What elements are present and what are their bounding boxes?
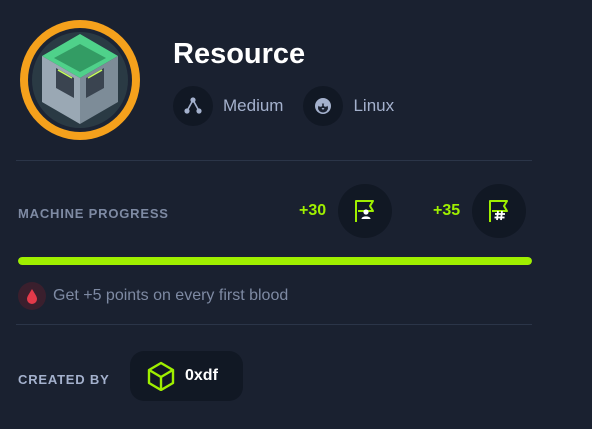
os-label: Linux [353,96,395,115]
os-chip: Linux [303,86,394,126]
user-flag-group: +30 [299,184,393,238]
machine-avatar [16,16,144,144]
progress-bar [18,257,532,265]
machine-meta: Medium Linux [173,86,414,126]
difficulty-label: Medium [223,96,284,115]
divider-top [16,160,532,161]
first-blood-note: Get +5 points on every first blood [18,282,288,310]
machine-progress-label: MACHINE PROGRESS [18,206,169,221]
difficulty-nodes-icon [173,86,213,126]
progress-fill [18,257,532,265]
creator-badge[interactable]: 0xdf [130,351,243,401]
user-flag-icon [355,200,375,222]
linux-penguin-icon [303,86,344,126]
user-flag-button[interactable] [338,184,393,238]
root-flag-group: +35 [433,184,527,238]
root-flag-button[interactable] [472,184,527,238]
divider-bottom [16,324,532,325]
root-flag-icon [489,200,509,222]
first-blood-text: Get +5 points on every first blood [53,287,289,304]
machine-title: Resource [173,38,306,70]
difficulty-chip: Medium [173,86,283,126]
created-by-label: CREATED BY [18,372,110,387]
creator-name: 0xdf [185,367,218,384]
user-points: +30 [299,202,327,219]
creator-logo-icon [147,361,175,391]
root-points: +35 [433,202,461,219]
blood-drop-icon [18,282,46,310]
